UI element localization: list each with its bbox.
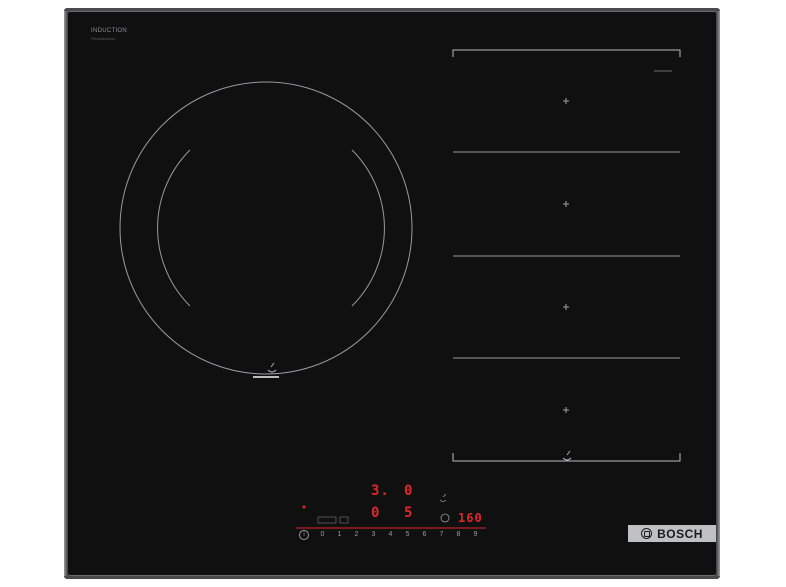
round-zone-inner-right bbox=[351, 149, 385, 307]
power-level-3[interactable]: 3 bbox=[369, 531, 378, 538]
pan-icon-control bbox=[439, 493, 447, 502]
power-level-7[interactable]: 7 bbox=[437, 531, 446, 538]
red-indicator-dot bbox=[302, 505, 306, 509]
bosch-logo: BOSCH bbox=[628, 525, 716, 542]
pan-icon-flex bbox=[562, 450, 572, 461]
power-level-5[interactable]: 5 bbox=[403, 531, 412, 538]
round-zone-outer bbox=[119, 81, 413, 375]
info-icon[interactable]: i bbox=[299, 530, 309, 540]
pan-icon-round bbox=[267, 362, 277, 373]
function-icons bbox=[317, 516, 337, 524]
display-zone-3: 0 bbox=[371, 505, 381, 521]
plus-icon bbox=[563, 407, 569, 413]
power-level-6[interactable]: 6 bbox=[420, 531, 429, 538]
power-level-8[interactable]: 8 bbox=[454, 531, 463, 538]
cooktop-markings bbox=[119, 49, 681, 529]
power-level-9[interactable]: 9 bbox=[471, 531, 480, 538]
display-zone-1: 3. bbox=[371, 483, 390, 499]
plus-icon bbox=[563, 98, 569, 104]
bosch-logo-text: BOSCH bbox=[657, 526, 703, 541]
flex-zone-top bbox=[452, 49, 681, 57]
power-scale[interactable]: 0 1 2 3 4 5 6 7 8 9 bbox=[318, 531, 480, 538]
timer-display: 160 bbox=[458, 511, 483, 525]
bosch-logo-mark bbox=[641, 528, 653, 539]
display-zone-4: 5 bbox=[404, 505, 414, 521]
round-zone-inner-left bbox=[157, 149, 191, 307]
function-icons-2 bbox=[339, 516, 349, 524]
plus-icon bbox=[563, 201, 569, 207]
power-level-1[interactable]: 1 bbox=[335, 531, 344, 538]
plus-icon bbox=[563, 304, 569, 310]
display-zone-2: 0 bbox=[404, 483, 414, 499]
power-level-2[interactable]: 2 bbox=[352, 531, 361, 538]
power-level-0[interactable]: 0 bbox=[318, 531, 327, 538]
power-level-4[interactable]: 4 bbox=[386, 531, 395, 538]
clock-icon bbox=[440, 513, 450, 523]
